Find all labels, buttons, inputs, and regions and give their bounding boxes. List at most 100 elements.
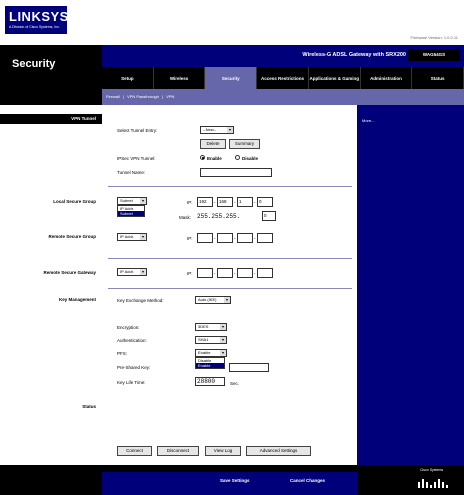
remote-ip-octet-4[interactable] — [257, 233, 273, 243]
tab-access-restrictions[interactable]: Access Restrictions — [257, 67, 309, 89]
mask-last-octet[interactable]: 0 — [262, 211, 276, 221]
tunnel-entry-select[interactable]: --New-- ▾ — [200, 126, 234, 134]
ip-dot: . — [254, 235, 256, 241]
model-number: WAG54GS — [408, 49, 460, 61]
preshared-key-label: Pre-Shared Key: — [117, 365, 151, 370]
key-lifetime-input[interactable]: 28800 — [195, 377, 225, 386]
local-ip-octet-4[interactable]: 0 — [257, 197, 273, 207]
mask-text: 255.255.255. — [197, 213, 241, 220]
save-settings-button[interactable]: Save Settings — [220, 478, 250, 483]
remote-ip-octet-3[interactable] — [237, 233, 253, 243]
remote-ip-octet-1[interactable] — [197, 233, 213, 243]
product-name: Wireless-G ADSL Gateway with SRX200 — [302, 52, 406, 58]
tunnel-entry-value: --New-- — [203, 127, 217, 132]
local-ip-octet-1[interactable]: 192 — [197, 197, 213, 207]
gateway-ip-octet-4[interactable] — [257, 268, 273, 278]
label-local-secure-group: Local Secure Group — [53, 199, 96, 204]
gateway-ip-label: IP: — [187, 271, 193, 276]
dropdown-option-enable[interactable]: Enable — [196, 363, 224, 368]
remote-group-type-value: IP Addr. — [120, 234, 134, 239]
cancel-changes-button[interactable]: Cancel Changes — [290, 478, 325, 483]
remote-ip-label: IP: — [187, 236, 193, 241]
chevron-down-icon: ▾ — [140, 269, 146, 275]
gateway-ip-octet-1[interactable] — [197, 268, 213, 278]
section-title-panel — [0, 45, 102, 105]
tab-administration[interactable]: Administration — [361, 67, 413, 89]
key-exchange-label: Key Exchange Method: — [117, 298, 164, 303]
view-log-button[interactable]: View Log — [205, 446, 241, 456]
encryption-select[interactable]: 3DES ▾ — [195, 323, 227, 331]
tab-wireless[interactable]: Wireless — [154, 67, 206, 89]
advanced-settings-button[interactable]: Advanced Settings — [246, 446, 311, 456]
chevron-down-icon: ▾ — [140, 234, 146, 240]
subtab-vpn[interactable]: VPN — [166, 94, 174, 99]
disconnect-button[interactable]: Disconnect — [157, 446, 199, 456]
local-ip-octet-2[interactable]: 168 — [217, 197, 233, 207]
connect-button[interactable]: Connect — [117, 446, 152, 456]
summary-button[interactable]: Summary — [229, 139, 260, 149]
ip-dot: . — [254, 199, 256, 205]
divider — [108, 186, 352, 187]
left-labels-column — [0, 105, 102, 465]
cisco-logo: Cisco Systems — [412, 468, 456, 492]
key-exchange-select[interactable]: Auto (IKE) ▾ — [195, 296, 231, 304]
local-group-type-select[interactable]: Subnet ▾ — [117, 197, 147, 205]
tab-status[interactable]: Status — [412, 67, 464, 89]
disable-label: Disable — [242, 156, 259, 161]
page-title: Security — [12, 58, 56, 70]
label-remote-secure-group: Remote Secure Group — [48, 234, 96, 239]
ip-dot: . — [214, 235, 216, 241]
gateway-ip-octet-3[interactable] — [237, 268, 253, 278]
header: LINKSYS A Division of Cisco Systems, Inc… — [0, 0, 464, 45]
remote-group-type-select[interactable]: IP Addr. ▾ — [117, 233, 147, 241]
ip-dot: . — [214, 199, 216, 205]
footer-actions — [102, 472, 357, 495]
sub-tabs: Firewall | VPN Passthrough | VPN — [102, 89, 464, 105]
subtab-firewall[interactable]: Firewall — [106, 94, 120, 99]
disable-radio[interactable] — [235, 155, 240, 160]
ip-dot: . — [234, 199, 236, 205]
pfs-dropdown: Disable Enable — [195, 357, 225, 369]
chevron-down-icon: ▾ — [220, 324, 226, 330]
chevron-down-icon: ▾ — [220, 350, 226, 356]
ip-dot: . — [234, 235, 236, 241]
page: LINKSYS A Division of Cisco Systems, Inc… — [0, 0, 464, 495]
authentication-select[interactable]: SHA1 ▾ — [195, 336, 227, 344]
tab-security[interactable]: Security — [205, 67, 258, 89]
encryption-value: 3DES — [198, 324, 209, 329]
tab-setup[interactable]: Setup — [102, 67, 154, 89]
linksys-logo: LINKSYS A Division of Cisco Systems, Inc… — [5, 6, 69, 34]
pfs-select[interactable]: Enable ▾ — [195, 349, 227, 357]
subtab-vpn-passthrough[interactable]: VPN Passthrough — [127, 94, 159, 99]
ipsec-tunnel-label: IPSec VPN Tunnel: — [117, 156, 156, 161]
label-status: Status — [82, 404, 96, 409]
help-column — [357, 105, 464, 465]
tab-applications-gaming[interactable]: Applications & Gaming — [309, 67, 361, 89]
subtab-separator: | — [162, 94, 164, 99]
ip-dot: . — [254, 270, 256, 276]
remote-gateway-type-select[interactable]: IP Addr. ▾ — [117, 268, 147, 276]
delete-button[interactable]: Delete — [200, 139, 226, 149]
tunnel-name-input[interactable] — [200, 168, 272, 177]
chevron-down-icon: ▾ — [220, 337, 226, 343]
preshared-key-input[interactable] — [229, 363, 269, 372]
label-key-management: Key Management — [58, 297, 96, 302]
authentication-label: Authentication: — [117, 338, 147, 343]
local-group-dropdown: IP Addr. Subnet — [117, 205, 145, 217]
remote-ip-octet-2[interactable] — [217, 233, 233, 243]
dropdown-option-subnet[interactable]: Subnet — [118, 211, 144, 216]
help-more-link[interactable]: More... — [362, 118, 374, 123]
subtab-separator: | — [122, 94, 124, 99]
gateway-ip-octet-2[interactable] — [217, 268, 233, 278]
divider — [108, 258, 352, 259]
cisco-logo-text: Cisco Systems — [420, 468, 444, 472]
key-lifetime-unit: Sec. — [230, 381, 240, 386]
local-ip-label: IP: — [187, 200, 193, 205]
logo-text: LINKSYS — [9, 9, 69, 24]
local-ip-octet-3[interactable]: 1 — [237, 197, 253, 207]
chevron-down-icon: ▾ — [224, 297, 230, 303]
logo-subtitle: A Division of Cisco Systems, Inc. — [9, 25, 60, 29]
ip-dot: . — [234, 270, 236, 276]
divider — [108, 288, 352, 289]
enable-radio[interactable] — [200, 155, 205, 160]
